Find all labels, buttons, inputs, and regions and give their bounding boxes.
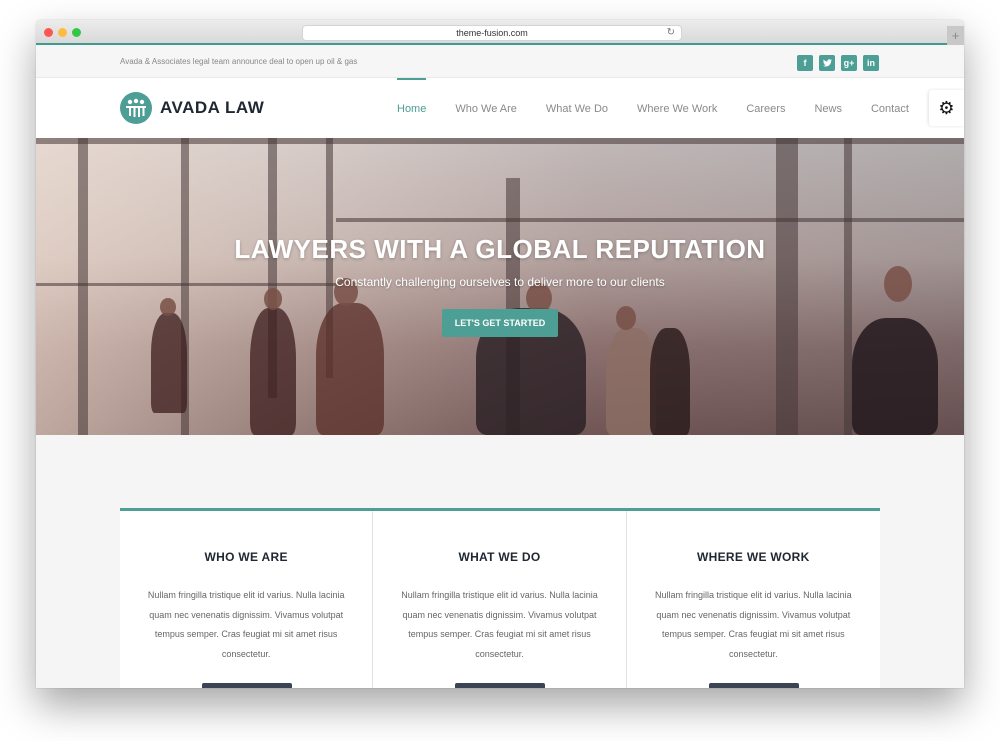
background-person (250, 308, 296, 435)
feature-text: Nullam fringilla tristique elit id variu… (147, 590, 345, 659)
url-text: theme-fusion.com (456, 28, 528, 38)
nav-item-news[interactable]: News (814, 78, 842, 138)
nav-item-home[interactable]: Home (397, 78, 427, 138)
nav-item-what-we-do[interactable]: What We Do (546, 78, 608, 138)
close-window-button[interactable] (44, 28, 53, 37)
feature-text: Nullam fringilla tristique elit id variu… (655, 590, 852, 659)
background-person (151, 313, 187, 413)
hero-banner: LAWYERS WITH A GLOBAL REPUTATION Constan… (36, 138, 964, 435)
feature-box-what-we-do: WHAT WE DO Nullam fringilla tristique el… (373, 511, 627, 688)
feature-read-more-button[interactable] (202, 683, 292, 688)
feature-read-more-button[interactable] (708, 683, 799, 688)
nav-item-careers[interactable]: Careers (746, 78, 785, 138)
hero-subtitle: Constantly challenging ourselves to deli… (335, 275, 665, 289)
background-person (616, 306, 636, 330)
feature-read-more-button[interactable] (455, 683, 546, 688)
background-person (650, 328, 690, 435)
nav-item-who-we-are[interactable]: Who We Are (455, 78, 517, 138)
minimize-window-button[interactable] (58, 28, 67, 37)
browser-titlebar: theme-fusion.com ↻ + (36, 20, 964, 45)
get-started-button[interactable]: LET'S GET STARTED (442, 309, 558, 337)
social-links: f g+ in (797, 55, 879, 71)
nav-item-contact[interactable]: Contact (871, 78, 909, 138)
new-tab-button[interactable]: + (947, 26, 964, 45)
background-person (264, 288, 282, 310)
hero-title: LAWYERS WITH A GLOBAL REPUTATION (234, 234, 766, 264)
background-person (606, 328, 656, 435)
feature-title: WHO WE ARE (204, 550, 288, 564)
twitter-icon[interactable] (819, 55, 835, 71)
brand-name[interactable]: AVADA LAW (160, 98, 264, 118)
feature-title: WHERE WE WORK (697, 550, 810, 564)
background-person (160, 298, 176, 316)
reload-icon[interactable]: ↻ (667, 26, 675, 40)
features-section: WHO WE ARE Nullam fringilla tristique el… (36, 435, 964, 688)
announcement-text: Avada & Associates legal team announce d… (120, 57, 358, 66)
top-bar: Avada & Associates legal team announce d… (36, 47, 964, 78)
background-person (316, 303, 384, 435)
feature-box-where-we-work: WHERE WE WORK Nullam fringilla tristique… (626, 511, 880, 688)
site-header: AVADA LAW Home Who We Are What We Do Whe… (36, 78, 964, 138)
nav-item-where-we-work[interactable]: Where We Work (637, 78, 717, 138)
main-nav: Home Who We Are What We Do Where We Work… (397, 78, 938, 138)
google-plus-icon[interactable]: g+ (841, 55, 857, 71)
maximize-window-button[interactable] (72, 28, 81, 37)
logo-icon[interactable] (120, 92, 152, 124)
background-beam (36, 138, 964, 144)
feature-boxes: WHO WE ARE Nullam fringilla tristique el… (120, 508, 880, 688)
gear-icon[interactable]: ⚙ (929, 90, 964, 126)
linkedin-icon[interactable]: in (863, 55, 879, 71)
feature-box-who-we-are: WHO WE ARE Nullam fringilla tristique el… (120, 511, 374, 688)
feature-title: WHAT WE DO (458, 550, 541, 564)
browser-window: theme-fusion.com ↻ + Avada & Associates … (36, 20, 964, 688)
address-bar[interactable]: theme-fusion.com ↻ (302, 25, 682, 41)
facebook-icon[interactable]: f (797, 55, 813, 71)
background-person (852, 318, 938, 435)
background-beam (336, 218, 964, 222)
feature-text: Nullam fringilla tristique elit id variu… (401, 590, 598, 659)
